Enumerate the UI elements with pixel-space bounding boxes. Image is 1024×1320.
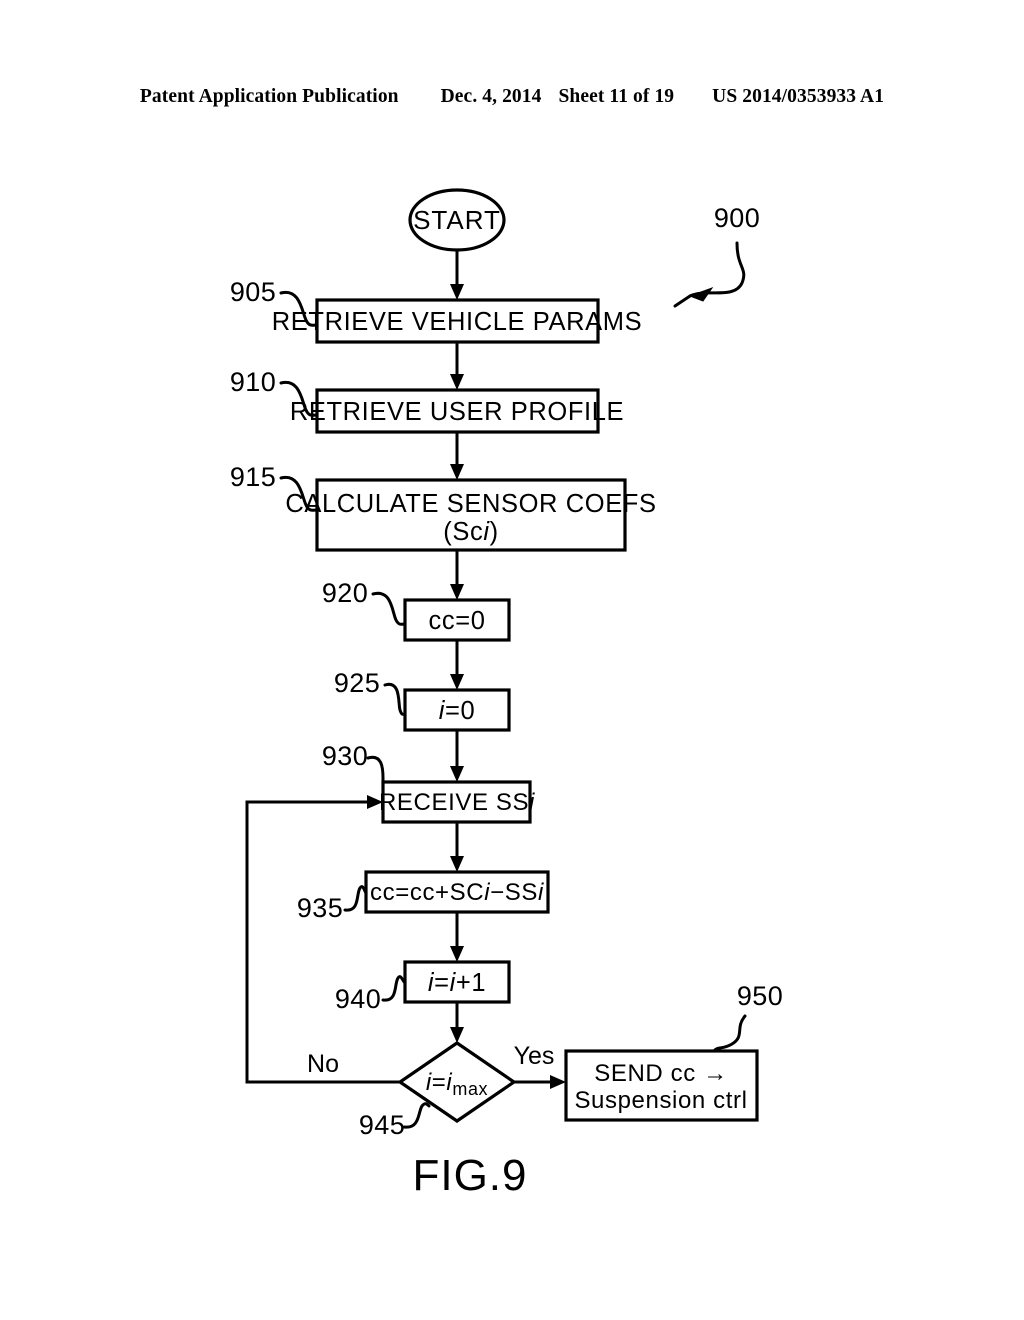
arrowhead-930-to-935 <box>450 856 464 872</box>
branch-no-label: No <box>307 1050 339 1078</box>
node-945-ref: 945 <box>359 1110 405 1140</box>
node-920-ref: 920 <box>322 578 368 608</box>
node-935-ref: 935 <box>297 893 343 923</box>
arrowhead-925-to-930 <box>450 766 464 782</box>
node-915-label-line1: CALCULATE SENSOR COEFS <box>285 490 656 518</box>
node-950-label-line1: SEND cc → <box>594 1060 727 1087</box>
node-930-leader <box>366 755 385 786</box>
start-label: START <box>413 205 501 235</box>
diagram-reference-arrowhead <box>688 286 714 302</box>
diagram-reference-leader-tip <box>673 294 692 308</box>
node-925-ref: 925 <box>334 668 380 698</box>
diagram-reference-label: 900 <box>714 203 760 233</box>
node-905-label: RETRIEVE VEHICLE PARAMS <box>272 308 642 336</box>
flowchart-figure: START 900 RETRIEVE VEHICLE PARAMS 905 RE… <box>230 188 783 1200</box>
node-905-ref: 905 <box>230 277 276 307</box>
node-920-label: cc=0 <box>429 607 486 635</box>
arrowhead-915-to-920 <box>450 584 464 600</box>
node-945-leader <box>402 1102 431 1129</box>
arrowhead-start-to-905 <box>450 284 464 300</box>
arrowhead-940-to-945 <box>450 1027 464 1043</box>
arrowhead-905-to-910 <box>450 374 464 390</box>
node-940-label: i=i+1 <box>428 969 486 997</box>
diagram-reference-leader <box>688 241 746 298</box>
node-915-ref: 915 <box>230 462 276 492</box>
patent-page: Patent Application Publication Dec. 4, 2… <box>0 0 1024 1320</box>
node-930-ref: 930 <box>322 741 368 771</box>
arrowhead-910-to-915 <box>450 464 464 480</box>
node-910-ref: 910 <box>230 367 276 397</box>
node-920-leader <box>371 591 407 626</box>
node-950-leader <box>712 1014 747 1053</box>
node-910-label: RETRIEVE USER PROFILE <box>290 398 624 426</box>
node-915-label-line2: (Sci) <box>443 518 498 546</box>
node-925-label: i=0 <box>439 697 476 725</box>
node-950-ref: 950 <box>737 981 783 1011</box>
node-935-label: cc=cc+SCi−SSi <box>370 879 544 906</box>
node-940-ref: 940 <box>335 984 381 1014</box>
figure-caption: FIG.9 <box>412 1151 527 1200</box>
node-925-leader <box>383 682 407 716</box>
node-935-leader <box>343 885 368 912</box>
node-950-label-line2: Suspension ctrl <box>574 1087 747 1114</box>
node-930-label: RECEIVE SSi <box>379 789 535 816</box>
arrowhead-920-to-925 <box>450 674 464 690</box>
connector-no-feedback-loop <box>245 800 400 1084</box>
arrowhead-yes-branch <box>550 1075 566 1089</box>
node-940-leader <box>381 975 407 1002</box>
branch-yes-label: Yes <box>514 1042 555 1070</box>
arrowhead-935-to-940 <box>450 946 464 962</box>
